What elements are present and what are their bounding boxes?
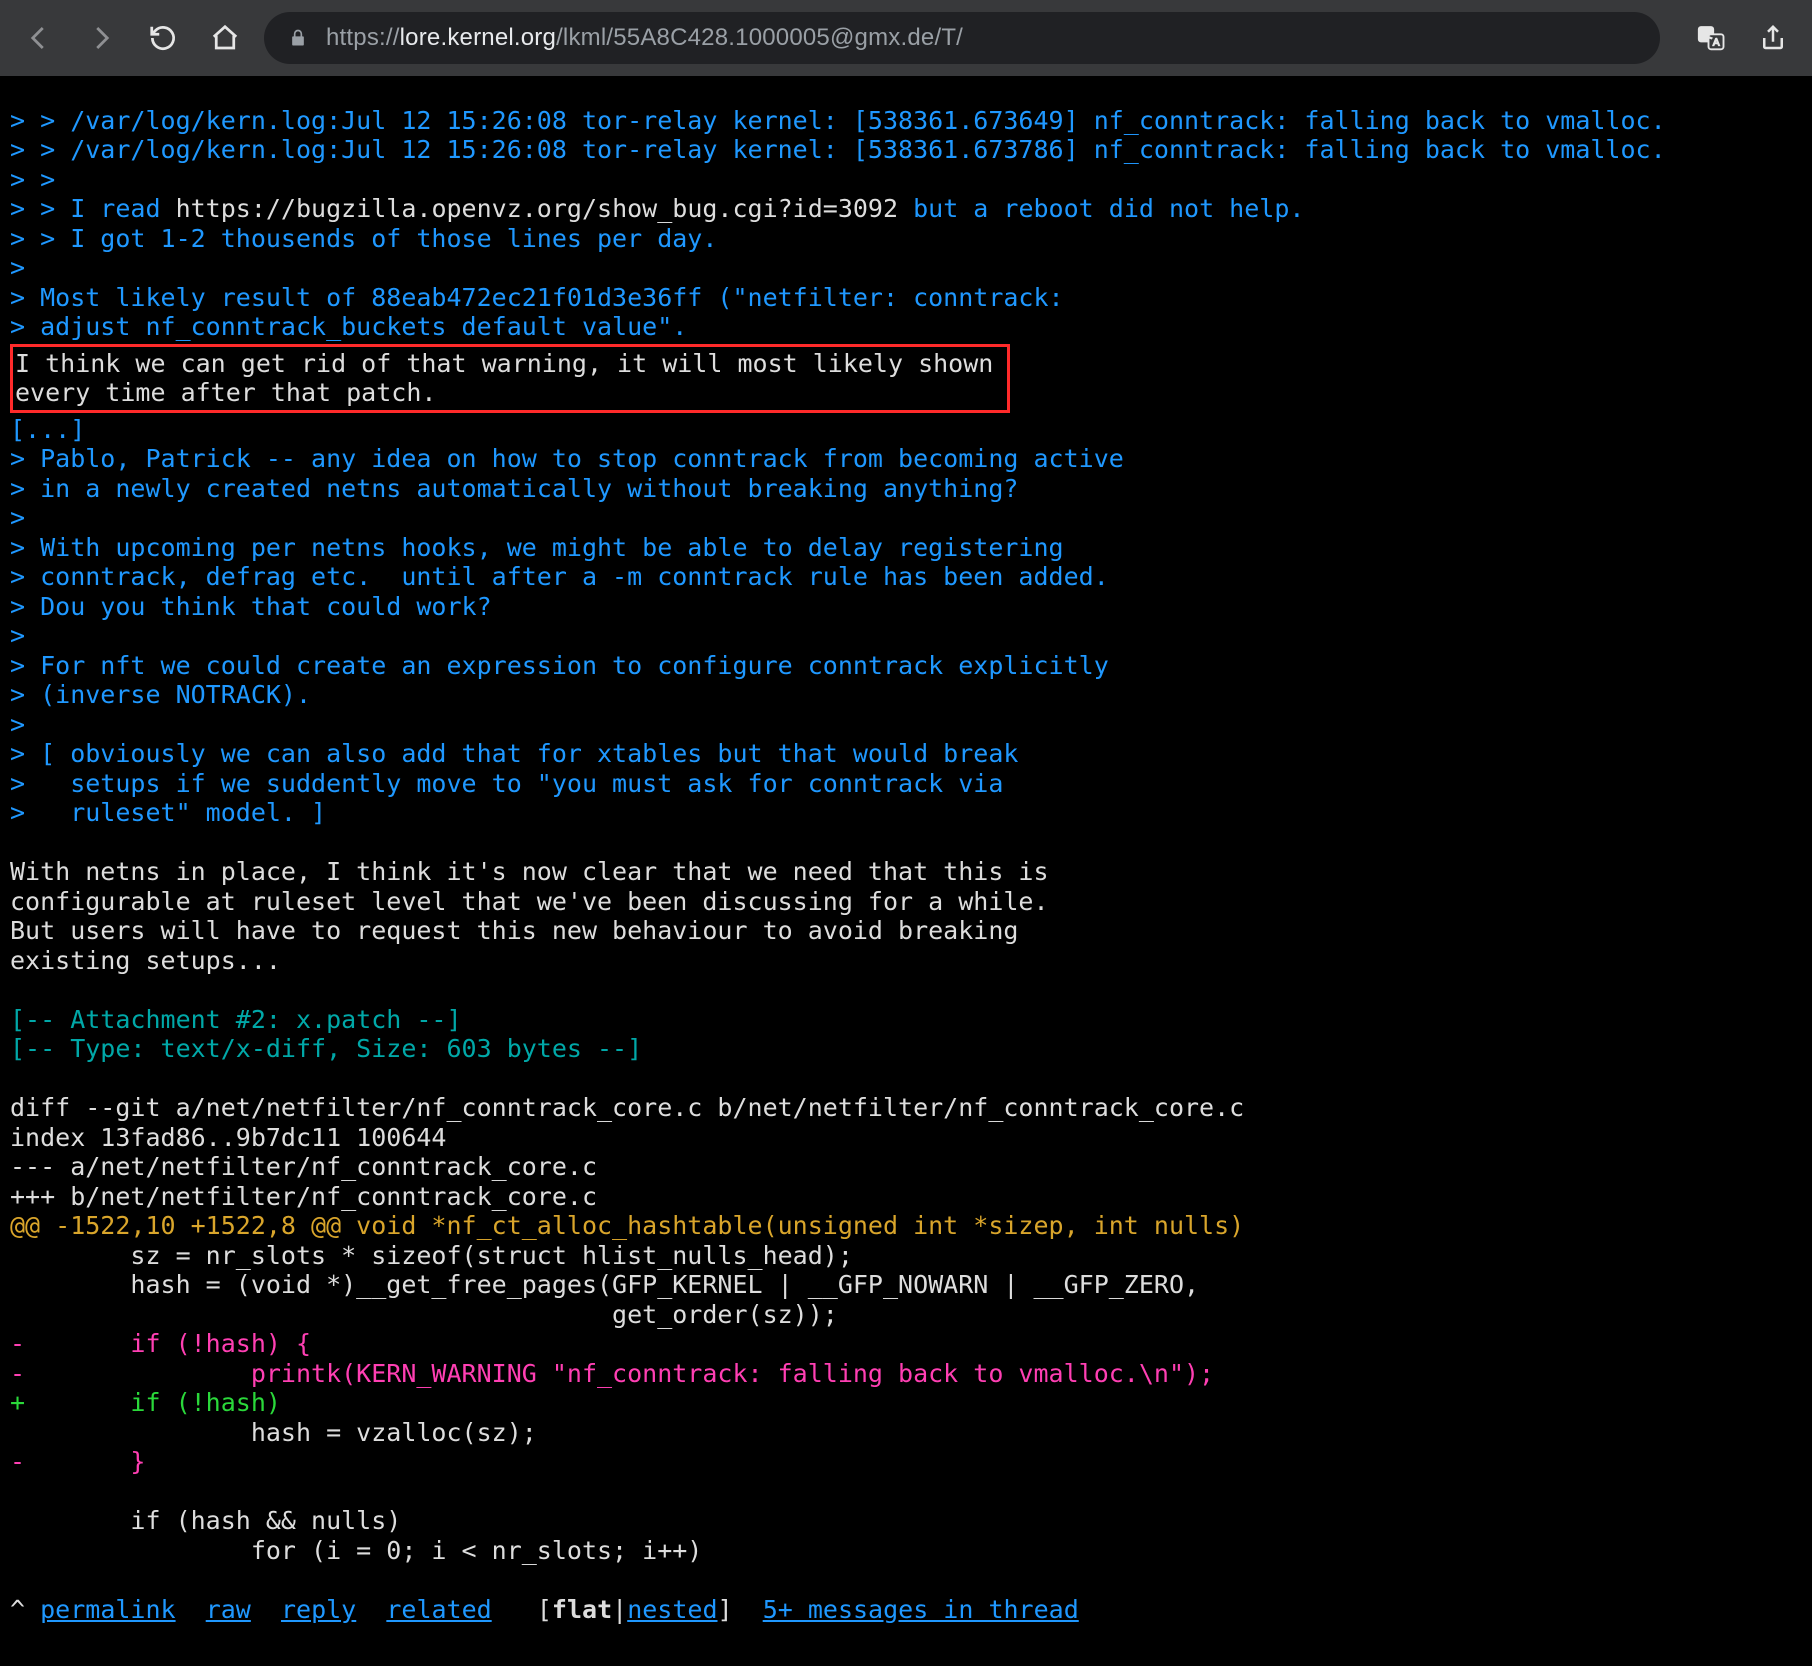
thread-nav: ^ permalink raw reply related [flat|nest… bbox=[10, 1595, 1079, 1624]
email-body: > > /var/log/kern.log:Jul 12 15:26:08 to… bbox=[0, 76, 1812, 1634]
diff-line: index 13fad86..9b7dc11 100644 bbox=[10, 1123, 447, 1152]
diff-del: - printk(KERN_WARNING "nf_conntrack: fal… bbox=[10, 1359, 1214, 1388]
permalink-link[interactable]: permalink bbox=[40, 1595, 175, 1624]
nested-link[interactable]: nested bbox=[627, 1595, 717, 1624]
share-icon[interactable] bbox=[1756, 21, 1790, 55]
quote-line: > bbox=[10, 253, 25, 282]
quote-line: > > bbox=[10, 165, 55, 194]
diff-del: - if (!hash) { bbox=[10, 1329, 311, 1358]
back-button[interactable] bbox=[22, 21, 56, 55]
quote-line: > > I read https://bugzilla.openvz.org/s… bbox=[10, 194, 1304, 223]
quote-line: > bbox=[10, 710, 25, 739]
attachment-type: [-- Type: text/x-diff, Size: 603 bytes -… bbox=[10, 1034, 642, 1063]
highlighted-reply: I think we can get rid of that warning, … bbox=[10, 344, 1010, 413]
diff-line: --- a/net/netfilter/nf_conntrack_core.c bbox=[10, 1152, 597, 1181]
diff-line: +++ b/net/netfilter/nf_conntrack_core.c bbox=[10, 1182, 597, 1211]
svg-text:文: 文 bbox=[1702, 28, 1712, 41]
quote-line: > bbox=[10, 621, 25, 650]
translate-icon[interactable]: 文A bbox=[1694, 21, 1728, 55]
thread-count[interactable]: 5+ messages in thread bbox=[763, 1595, 1079, 1624]
quote-line: > adjust nf_conntrack_buckets default va… bbox=[10, 312, 687, 341]
quote-line: > > I got 1-2 thousends of those lines p… bbox=[10, 224, 717, 253]
nav-buttons bbox=[22, 21, 242, 55]
diff-del: - } bbox=[10, 1447, 145, 1476]
diff-add: + if (!hash) bbox=[10, 1388, 281, 1417]
diff-hunk: @@ -1522,10 +1522,8 @@ void *nf_ct_alloc… bbox=[10, 1211, 1244, 1240]
quote-line: > [ obviously we can also add that for x… bbox=[10, 739, 1018, 768]
diff-ctx: sz = nr_slots * sizeof(struct hlist_null… bbox=[10, 1241, 853, 1270]
quote-line: > For nft we could create an expression … bbox=[10, 651, 1109, 680]
diff-ctx: hash = vzalloc(sz); bbox=[10, 1418, 537, 1447]
svg-text:A: A bbox=[1713, 38, 1720, 49]
attachment-header: [-- Attachment #2: x.patch --] bbox=[10, 1005, 462, 1034]
diff-ctx: for (i = 0; i < nr_slots; i++) bbox=[10, 1536, 702, 1565]
bugzilla-link[interactable]: https://bugzilla.openvz.org/show_bug.cgi… bbox=[176, 194, 898, 223]
diff-ctx bbox=[10, 1477, 25, 1506]
quote-line: > setups if we suddently move to "you mu… bbox=[10, 769, 1003, 798]
body-line: With netns in place, I think it's now cl… bbox=[10, 857, 1049, 886]
body-line: But users will have to request this new … bbox=[10, 916, 1018, 945]
quote-line: > Most likely result of 88eab472ec21f01d… bbox=[10, 283, 1064, 312]
quote-line: > ruleset" model. ] bbox=[10, 798, 326, 827]
raw-link[interactable]: raw bbox=[206, 1595, 251, 1624]
flat-link[interactable]: flat bbox=[552, 1595, 612, 1624]
body-line: configurable at ruleset level that we've… bbox=[10, 887, 1049, 916]
quote-line: > Pablo, Patrick -- any idea on how to s… bbox=[10, 444, 1124, 473]
diff-ctx: get_order(sz)); bbox=[10, 1300, 838, 1329]
quote-line: > in a newly created netns automatically… bbox=[10, 474, 1018, 503]
quote-line: > (inverse NOTRACK). bbox=[10, 680, 311, 709]
toolbar-right: 文A bbox=[1694, 21, 1790, 55]
reload-button[interactable] bbox=[146, 21, 180, 55]
related-link[interactable]: related bbox=[386, 1595, 491, 1624]
diff-ctx: if (hash && nulls) bbox=[10, 1506, 401, 1535]
lock-icon bbox=[288, 28, 308, 48]
forward-button[interactable] bbox=[84, 21, 118, 55]
reply-link[interactable]: reply bbox=[281, 1595, 356, 1624]
quote-line: > With upcoming per netns hooks, we migh… bbox=[10, 533, 1064, 562]
diff-ctx: hash = (void *)__get_free_pages(GFP_KERN… bbox=[10, 1270, 1199, 1299]
quote-line: > > /var/log/kern.log:Jul 12 15:26:08 to… bbox=[10, 106, 1666, 135]
diff-line: diff --git a/net/netfilter/nf_conntrack_… bbox=[10, 1093, 1244, 1122]
quote-line: > > /var/log/kern.log:Jul 12 15:26:08 to… bbox=[10, 135, 1666, 164]
quote-line: > conntrack, defrag etc. until after a -… bbox=[10, 562, 1109, 591]
browser-toolbar: https://lore.kernel.org/lkml/55A8C428.10… bbox=[0, 0, 1812, 76]
home-button[interactable] bbox=[208, 21, 242, 55]
url-text: https://lore.kernel.org/lkml/55A8C428.10… bbox=[326, 24, 963, 52]
quote-line: [...] bbox=[10, 415, 85, 444]
quote-line: > Dou you think that could work? bbox=[10, 592, 492, 621]
address-bar[interactable]: https://lore.kernel.org/lkml/55A8C428.10… bbox=[264, 12, 1660, 64]
body-line: existing setups... bbox=[10, 946, 281, 975]
quote-line: > bbox=[10, 503, 25, 532]
